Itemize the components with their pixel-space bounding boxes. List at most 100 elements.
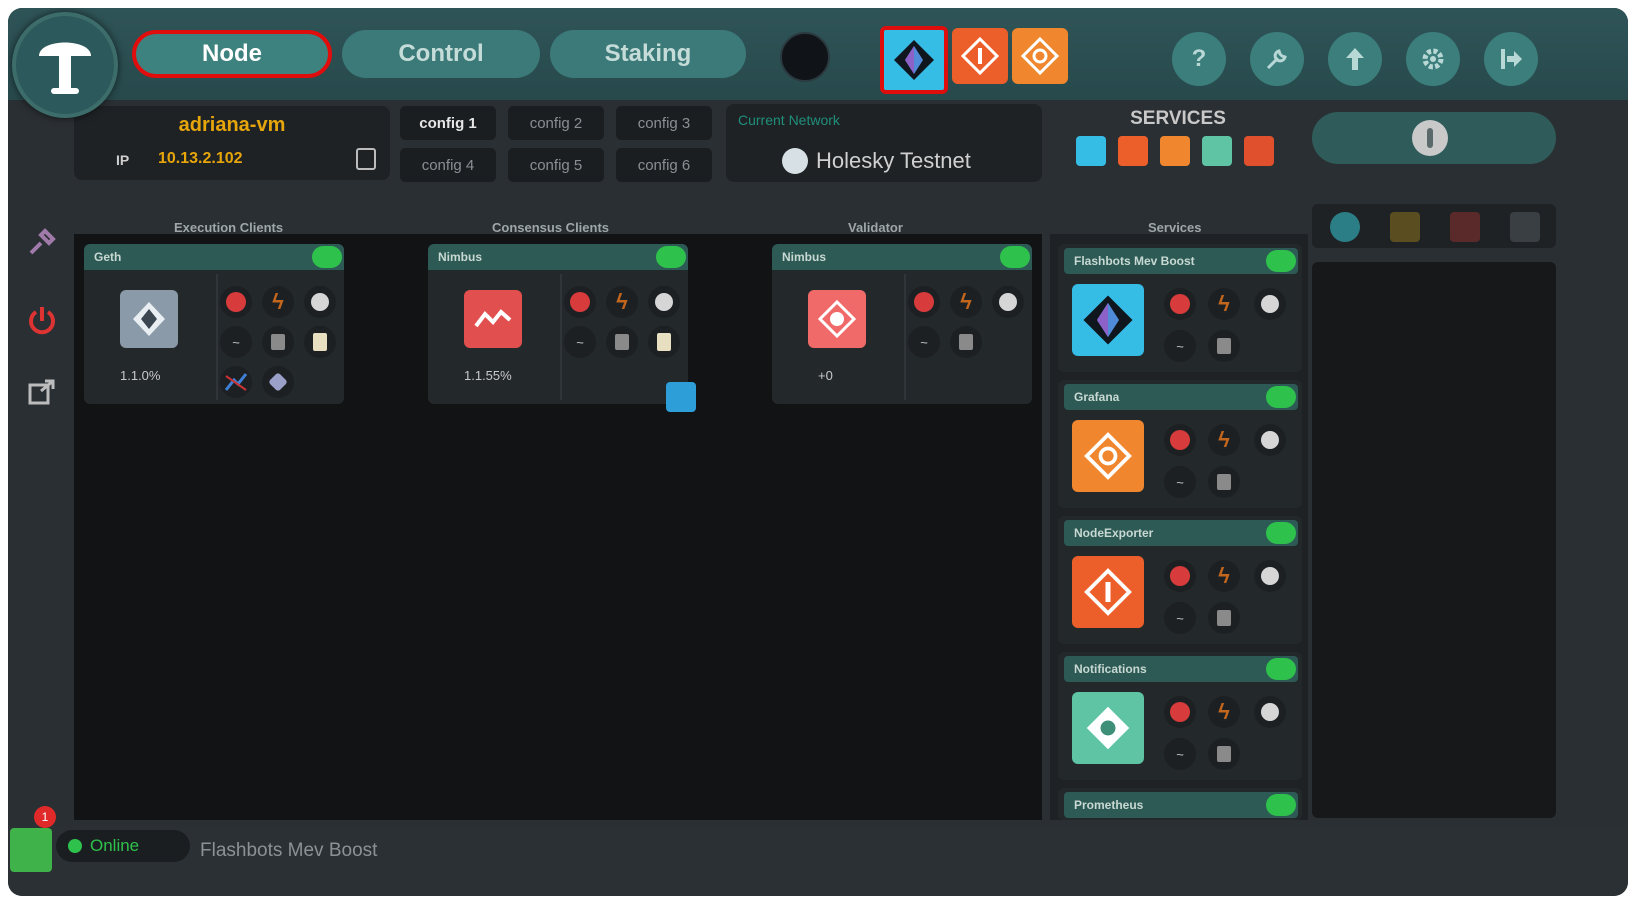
copy-icon[interactable]	[356, 148, 376, 170]
notifications-mini-icon[interactable]	[1202, 136, 1232, 166]
logs-icon[interactable]	[1208, 738, 1240, 770]
flashbots-mini-icon[interactable]	[1076, 136, 1106, 166]
service-toggle[interactable]	[1266, 250, 1296, 272]
hourglass-icon[interactable]	[304, 326, 336, 358]
stop-icon[interactable]	[1164, 560, 1196, 592]
gear-icon[interactable]	[1254, 560, 1286, 592]
logs-icon[interactable]	[950, 326, 982, 358]
gear-icon[interactable]	[1254, 696, 1286, 728]
grafana-icon[interactable]	[1012, 28, 1068, 84]
terminal-icon[interactable]: ~	[1164, 738, 1196, 770]
extra-tab-icon[interactable]	[1510, 212, 1540, 242]
flashbots-icon[interactable]	[880, 26, 948, 94]
app-logo	[12, 12, 118, 118]
config-3[interactable]: config 3	[616, 106, 712, 140]
alert-tab-icon[interactable]	[1450, 212, 1480, 242]
service-toggle[interactable]	[1266, 522, 1296, 544]
terminal-icon[interactable]: ~	[1164, 466, 1196, 498]
service-toggle[interactable]	[1266, 658, 1296, 680]
stop-icon[interactable]	[1164, 288, 1196, 320]
restart-icon[interactable]: ϟ	[1208, 424, 1240, 456]
stop-icon[interactable]	[564, 286, 596, 318]
logs-icon[interactable]	[262, 326, 294, 358]
logs-icon[interactable]	[1208, 466, 1240, 498]
plugin-icon[interactable]	[24, 224, 60, 260]
gear-icon[interactable]	[1406, 32, 1460, 86]
tab-staking[interactable]: Staking	[550, 30, 746, 78]
service-card-notifications[interactable]: Notifications ϟ ~	[1058, 652, 1302, 780]
restart-icon[interactable]: ϟ	[1208, 560, 1240, 592]
restart-icon[interactable]: ϟ	[1208, 696, 1240, 728]
config-4[interactable]: config 4	[400, 148, 496, 182]
chart-icon[interactable]	[220, 366, 252, 398]
client-toggle[interactable]	[656, 246, 686, 268]
mev-connection-icon[interactable]	[666, 382, 696, 412]
help-icon[interactable]: ?	[1172, 32, 1226, 86]
consensus-client-card[interactable]: Nimbus 1.1.55% ϟ ~	[428, 244, 688, 404]
upload-icon[interactable]	[1328, 32, 1382, 86]
client-toggle[interactable]	[312, 246, 342, 268]
wrench-icon[interactable]	[1250, 32, 1304, 86]
service-toggle[interactable]	[1266, 386, 1296, 408]
network-status-icon[interactable]	[10, 828, 52, 872]
node-exporter-icon[interactable]	[952, 28, 1008, 84]
gear-icon[interactable]	[1254, 288, 1286, 320]
config-2[interactable]: config 2	[508, 106, 604, 140]
config-5[interactable]: config 5	[508, 148, 604, 182]
service-toggle[interactable]	[1266, 794, 1296, 816]
theme-toggle-icon[interactable]	[780, 32, 830, 82]
execution-client-card[interactable]: Geth 1.1.0% ϟ ~	[84, 244, 344, 404]
notification-badge[interactable]: 1	[34, 806, 56, 828]
stop-icon[interactable]	[908, 286, 940, 318]
restart-icon[interactable]: ϟ	[1208, 288, 1240, 320]
terminal-icon[interactable]: ~	[1164, 330, 1196, 362]
power-icon[interactable]	[24, 302, 60, 338]
prometheus-mini-icon[interactable]	[1244, 136, 1274, 166]
service-card-flashbots[interactable]: Flashbots Mev Boost ϟ ~	[1058, 244, 1302, 372]
node-exporter-mini-icon[interactable]	[1118, 136, 1148, 166]
validator-client-card[interactable]: Nimbus +0 ϟ ~	[772, 244, 1032, 404]
restart-icon[interactable]: ϟ	[606, 286, 638, 318]
export-icon[interactable]	[24, 374, 60, 410]
grafana-mini-icon[interactable]	[1160, 136, 1190, 166]
top-bar: Node Control Staking ?	[8, 8, 1628, 100]
stop-icon[interactable]	[1164, 424, 1196, 456]
service-card-node-exporter[interactable]: NodeExporter ϟ ~	[1058, 516, 1302, 644]
mushroom-tab-icon[interactable]	[1330, 212, 1360, 242]
stop-icon[interactable]	[220, 286, 252, 318]
hourglass-icon[interactable]	[648, 326, 680, 358]
service-card-grafana[interactable]: Grafana ϟ ~	[1058, 380, 1302, 508]
key-tab-icon[interactable]	[1390, 212, 1420, 242]
gear-icon[interactable]	[1254, 424, 1286, 456]
logs-icon[interactable]	[1208, 330, 1240, 362]
terminal-icon[interactable]: ~	[564, 326, 596, 358]
client-name: Nimbus	[782, 250, 827, 264]
ip-label: IP	[116, 152, 130, 168]
network-name[interactable]: Holesky Testnet	[816, 148, 971, 174]
settings-dot-icon[interactable]	[648, 286, 680, 318]
resync-icon[interactable]	[262, 366, 294, 398]
stop-icon[interactable]	[1164, 696, 1196, 728]
tab-node[interactable]: Node	[132, 30, 332, 78]
help-glyph: ?	[1191, 45, 1207, 72]
logs-icon[interactable]	[1208, 602, 1240, 634]
config-1[interactable]: config 1	[400, 106, 496, 140]
logs-icon[interactable]	[606, 326, 638, 358]
info-icon[interactable]	[1412, 120, 1448, 156]
client-toggle[interactable]	[1000, 246, 1030, 268]
restart-icon[interactable]: ϟ	[950, 286, 982, 318]
geth-logo-icon	[120, 290, 178, 348]
logout-icon[interactable]	[1484, 32, 1538, 86]
terminal-icon[interactable]: ~	[908, 326, 940, 358]
server-name: adriana-vm	[178, 114, 286, 136]
card-divider	[904, 274, 906, 400]
settings-dot-icon[interactable]	[992, 286, 1024, 318]
terminal-icon[interactable]: ~	[220, 326, 252, 358]
config-6[interactable]: config 6	[616, 148, 712, 182]
settings-dot-icon[interactable]	[304, 286, 336, 318]
service-card-prometheus[interactable]: Prometheus	[1058, 788, 1302, 820]
terminal-icon[interactable]: ~	[1164, 602, 1196, 634]
right-content-panel	[1312, 262, 1556, 818]
restart-icon[interactable]: ϟ	[262, 286, 294, 318]
tab-control[interactable]: Control	[342, 30, 540, 78]
